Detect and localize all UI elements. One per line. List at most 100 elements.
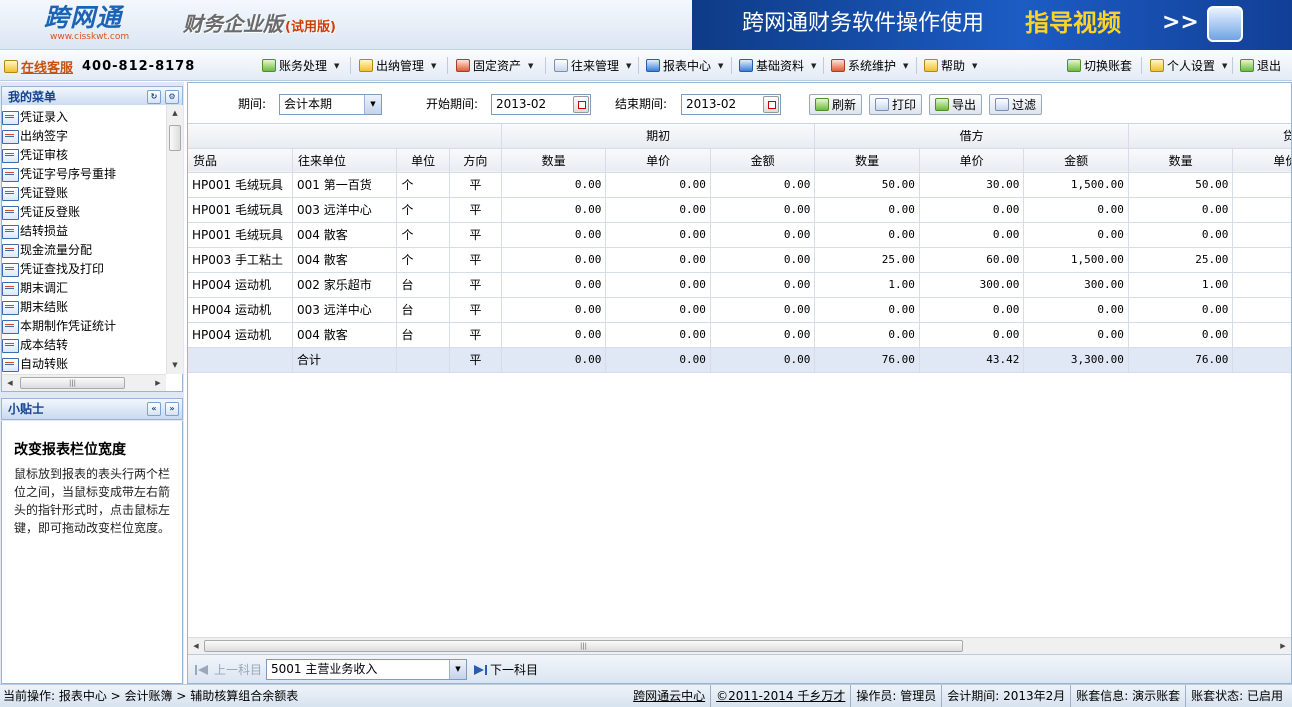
table-cell: 1,500.00 bbox=[1023, 172, 1129, 198]
scroll-thumb[interactable] bbox=[169, 125, 181, 151]
sidebar-item[interactable]: 凭证录入 bbox=[2, 108, 166, 127]
table-cell: 0.00 bbox=[605, 172, 711, 198]
sidebar-item[interactable]: 结转损益 bbox=[2, 222, 166, 241]
menu-cashier[interactable]: 出纳管理 ▼ bbox=[359, 56, 436, 75]
table-cell: 003 远洋中心 bbox=[292, 197, 398, 223]
table-row[interactable]: HP001 毛绒玩具 001 第一百货个平 0.00 0.00 0.00 50.00 30.… bbox=[188, 172, 1291, 198]
video-banner[interactable]: 跨网通财务软件操作使用 指导视频 >> bbox=[692, 0, 1292, 50]
menu-label: 出纳管理 bbox=[376, 59, 425, 73]
column-header[interactable]: 单价 bbox=[605, 148, 711, 173]
chevron-down-icon[interactable]: ▼ bbox=[364, 95, 381, 114]
column-header[interactable]: 单位 bbox=[396, 148, 450, 173]
scroll-up-icon[interactable]: ▲ bbox=[167, 105, 183, 122]
table-row[interactable]: HP001 毛绒玩具 004 散客个平 0.00 0.00 0.00 0.00 0.00 0.… bbox=[188, 222, 1291, 248]
sidebar-item[interactable]: 凭证审核 bbox=[2, 146, 166, 165]
refresh-button[interactable]: 刷新 bbox=[809, 94, 863, 115]
calendar-icon[interactable] bbox=[763, 96, 779, 113]
sidebar-item[interactable]: 期末调汇 bbox=[2, 279, 166, 298]
copyright-link[interactable]: ©2011-2014 千乡万才 bbox=[710, 685, 850, 707]
table-cell: 1.00 bbox=[814, 272, 920, 298]
column-header[interactable]: 单价 bbox=[919, 148, 1025, 173]
end-period-input[interactable]: 2013-02 bbox=[681, 94, 781, 115]
double-chevron-right-icon[interactable]: » bbox=[165, 402, 179, 416]
menu-reports[interactable]: 报表中心 ▼ bbox=[646, 56, 723, 75]
column-header[interactable]: 数量 bbox=[1128, 148, 1234, 173]
column-header[interactable]: 数量 bbox=[814, 148, 920, 173]
grid-horizontal-scrollbar[interactable]: ◀ ||| ▶ bbox=[188, 637, 1291, 654]
prev-subject-button[interactable]: 上一科目 bbox=[195, 661, 262, 679]
column-header[interactable]: 货品 bbox=[188, 148, 293, 173]
column-header[interactable]: 方向 bbox=[449, 148, 502, 173]
column-header[interactable]: 往来单位 bbox=[292, 148, 398, 173]
scroll-left-icon[interactable]: ◀ bbox=[2, 375, 18, 391]
cloud-center-link[interactable]: 跨网通云中心 bbox=[628, 685, 710, 707]
calendar-icon[interactable] bbox=[573, 96, 589, 113]
logout-button[interactable]: 退出 bbox=[1240, 56, 1281, 75]
switch-account-button[interactable]: 切换账套 bbox=[1067, 56, 1132, 75]
column-header[interactable]: 金额 bbox=[710, 148, 816, 173]
edition-name: 财务企业版 bbox=[183, 12, 283, 36]
scroll-thumb[interactable]: ||| bbox=[20, 377, 125, 389]
exit-icon bbox=[1240, 59, 1254, 72]
sidebar-item[interactable]: 成本结转 bbox=[2, 336, 166, 355]
table-cell: 3,300.00 bbox=[1023, 347, 1129, 373]
table-row[interactable]: HP004 运动机 003 远洋中心台平 0.00 0.00 0.00 0.00 0.00 0… bbox=[188, 297, 1291, 323]
scroll-thumb[interactable]: ||| bbox=[204, 640, 963, 652]
filter-bar: 期间: 会计本期 ▼ 开始期间: 2013-02 结束期间: 2013-02 刷新… bbox=[188, 83, 1291, 123]
settings-icon bbox=[1150, 59, 1164, 72]
table-cell: 台 bbox=[396, 272, 450, 298]
table-cell: 0.00 bbox=[1128, 222, 1234, 248]
scroll-right-icon[interactable]: ▶ bbox=[150, 375, 166, 391]
refresh-icon[interactable]: ↻ bbox=[147, 90, 161, 104]
chevron-down-icon: ▼ bbox=[972, 61, 978, 70]
settings-icon[interactable]: ⚙ bbox=[165, 90, 179, 104]
sidebar-item[interactable]: 凭证反登账 bbox=[2, 203, 166, 222]
menu-fixed-assets[interactable]: 固定资产 ▼ bbox=[456, 56, 533, 75]
scroll-left-icon[interactable]: ◀ bbox=[188, 638, 204, 654]
scroll-down-icon[interactable]: ▼ bbox=[167, 357, 183, 374]
sidebar-item[interactable]: 期末结账 bbox=[2, 298, 166, 317]
subject-select[interactable]: 5001 主营业务收入 ▼ bbox=[266, 659, 467, 680]
sidebar-item[interactable]: 本期制作凭证统计 bbox=[2, 317, 166, 336]
main-toolbar: 在线客服 400-812-8178 账务处理 ▼ 出纳管理 ▼ 固定资产 ▼ 往来管理… bbox=[0, 50, 1292, 81]
personal-settings-menu[interactable]: 个人设置 ▼ bbox=[1150, 56, 1227, 75]
table-cell: 0.00 bbox=[605, 322, 711, 348]
menu-horizontal-scrollbar[interactable]: ◀ ||| ▶ bbox=[2, 374, 166, 391]
table-row[interactable]: HP004 运动机 002 家乐超市台平 0.00 0.00 0.00 1.00 300.0… bbox=[188, 272, 1291, 298]
export-button[interactable]: 导出 bbox=[929, 94, 983, 115]
menu-help[interactable]: 帮助 ▼ bbox=[924, 56, 977, 75]
table-row[interactable]: HP003 手工粘土 004 散客个平 0.00 0.00 0.00 25.00 60.00… bbox=[188, 247, 1291, 273]
menu-base-data[interactable]: 基础资料 ▼ bbox=[739, 56, 816, 75]
sidebar-item[interactable]: 现金流量分配 bbox=[2, 241, 166, 260]
table-cell: 0.00 bbox=[710, 297, 816, 323]
double-chevron-left-icon[interactable]: « bbox=[147, 402, 161, 416]
menu-vertical-scrollbar[interactable]: ▲ ▼ bbox=[166, 105, 183, 374]
menu-receivables[interactable]: 往来管理 ▼ bbox=[554, 56, 631, 75]
table-row[interactable]: HP001 毛绒玩具 003 远洋中心个平 0.00 0.00 0.00 0.00 0.00… bbox=[188, 197, 1291, 223]
scroll-right-icon[interactable]: ▶ bbox=[1275, 638, 1291, 654]
table-cell: HP004 运动机 bbox=[188, 272, 293, 298]
start-period-input[interactable]: 2013-02 bbox=[491, 94, 591, 115]
chevron-down-icon[interactable]: ▼ bbox=[449, 660, 466, 679]
column-header[interactable]: 金额 bbox=[1023, 148, 1129, 173]
filter-button[interactable]: 过滤 bbox=[989, 94, 1043, 115]
table-row[interactable]: HP004 运动机 004 散客台平 0.00 0.00 0.00 0.00 0.00 0.0… bbox=[188, 322, 1291, 348]
column-header[interactable]: 单价 bbox=[1232, 148, 1291, 173]
next-subject-button[interactable]: 下一科目 bbox=[471, 661, 538, 679]
column-header[interactable]: 数量 bbox=[501, 148, 607, 173]
online-service-link[interactable]: 在线客服 bbox=[21, 57, 73, 76]
total-row[interactable]: 合计平0.000.000.0076.0043.423,300.0076.0043… bbox=[188, 347, 1291, 373]
app-header: 跨网通 www.cisskwt.com 财务企业版 (试用版) 跨网通财务软件操作… bbox=[0, 0, 1292, 50]
period-select[interactable]: 会计本期 ▼ bbox=[279, 94, 382, 115]
table-cell: 0.00 bbox=[605, 272, 711, 298]
chevron-down-icon: ▼ bbox=[811, 61, 817, 70]
sidebar-item[interactable]: 出纳签字 bbox=[2, 127, 166, 146]
menu-system[interactable]: 系统维护 ▼ bbox=[831, 56, 908, 75]
sidebar-item[interactable]: 自动转账 bbox=[2, 355, 166, 374]
sidebar-item[interactable]: 凭证字号序号重排 bbox=[2, 165, 166, 184]
print-button[interactable]: 打印 bbox=[869, 94, 923, 115]
sidebar-item[interactable]: 凭证查找及打印 bbox=[2, 260, 166, 279]
chevron-down-icon: ▼ bbox=[718, 61, 724, 70]
sidebar-item[interactable]: 凭证登账 bbox=[2, 184, 166, 203]
menu-accounting[interactable]: 账务处理 ▼ bbox=[262, 56, 339, 75]
